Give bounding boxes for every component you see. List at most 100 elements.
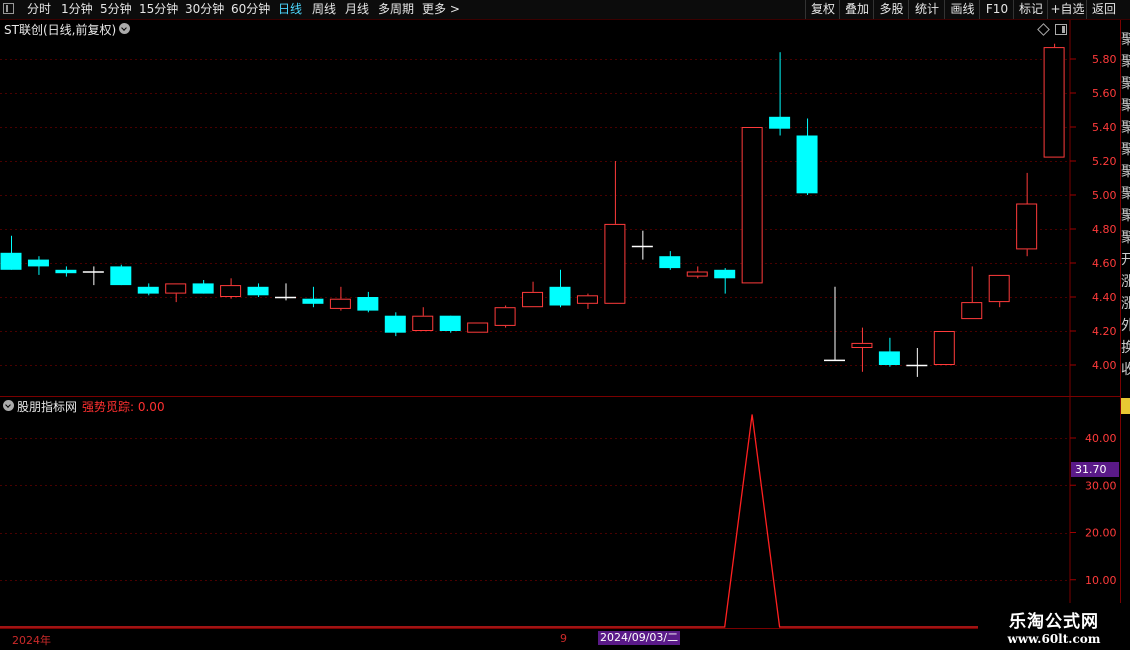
- quote-edge-glyph: 聚: [1121, 98, 1130, 114]
- candle: [851, 327, 873, 372]
- price-chart[interactable]: 5.80 5.60 5.40 5.20 5.00 4.80 4.60 4.40 4.20 4.00…: [0, 0, 1130, 650]
- date-axis-year: 2024年: [12, 634, 51, 647]
- candle-body: [55, 269, 77, 274]
- quote-edge-glyph: 聚: [1121, 164, 1130, 180]
- price-axis-label: 5.80: [1092, 53, 1117, 66]
- candle: [220, 278, 242, 299]
- indicator-axis-label: 20.00: [1085, 527, 1117, 540]
- indicator-axis-label: 40.00: [1085, 432, 1117, 445]
- chevron-down-icon[interactable]: [119, 23, 130, 34]
- candle: [412, 307, 434, 332]
- quote-edge-glyph: 收: [1121, 362, 1130, 378]
- candle: [576, 293, 598, 309]
- watermark: 乐淘公式网 www.60lt.com: [978, 603, 1130, 650]
- candle: [961, 266, 983, 320]
- candle-body: [796, 135, 818, 194]
- candle-body: [165, 283, 187, 294]
- price-axis: 5.80 5.60 5.40 5.20 5.00 4.80 4.60 4.40 4.20 4.00: [1070, 53, 1117, 372]
- candle: [357, 291, 379, 313]
- candle: [384, 312, 406, 337]
- quote-edge-glyph: 涨: [1121, 274, 1130, 290]
- candle-body: [659, 256, 681, 269]
- candle: [137, 283, 159, 296]
- strength-line: [0, 414, 1068, 628]
- watermark-title: 乐淘公式网: [1009, 612, 1099, 632]
- candle-body: [247, 286, 269, 296]
- candle-body: [137, 286, 159, 294]
- candle-body: [549, 286, 571, 306]
- price-axis-label: 4.20: [1092, 325, 1117, 338]
- candle-body: [329, 298, 351, 309]
- candle-body: [439, 315, 461, 331]
- candle-body: [1043, 47, 1065, 158]
- candle-body: [576, 295, 598, 304]
- quote-edge-glyph: 聚: [1121, 142, 1130, 158]
- candle-body: [220, 285, 242, 298]
- candle: [933, 331, 955, 365]
- candle: [549, 269, 571, 308]
- candle: [741, 127, 763, 284]
- candle-body: [714, 269, 736, 279]
- quote-edge-glyph: 聚: [1121, 208, 1130, 224]
- indicator-menu-icon[interactable]: [3, 400, 14, 411]
- candle: [82, 266, 104, 286]
- indicator-edge-marker: [1121, 398, 1130, 414]
- candle: [906, 348, 928, 377]
- candle: [796, 118, 818, 195]
- candle: [55, 266, 77, 277]
- price-axis-label: 5.00: [1092, 189, 1117, 202]
- quote-edge-glyph: 聚: [1121, 32, 1130, 48]
- candle-body: [110, 266, 132, 286]
- candle-body: [1016, 203, 1038, 250]
- date-cursor-label: 2024/09/03/二: [598, 631, 681, 645]
- candle: [604, 161, 626, 304]
- quote-edge-glyph: 聚: [1121, 120, 1130, 136]
- candle-body: [988, 274, 1010, 303]
- candle: [192, 280, 214, 294]
- candle-body: [357, 297, 379, 311]
- quote-edge-glyph: 换: [1121, 340, 1130, 356]
- candle: [439, 315, 461, 333]
- candle-body: [0, 252, 22, 270]
- indicator-name[interactable]: 股朋指标网: [17, 398, 77, 415]
- candle-body: [384, 315, 406, 333]
- candle: [0, 235, 22, 270]
- price-axis-label: 4.00: [1092, 359, 1117, 372]
- price-axis-label: 4.40: [1092, 291, 1117, 304]
- indicator-line: [0, 414, 1068, 628]
- price-axis-label: 4.60: [1092, 257, 1117, 270]
- candle: [247, 283, 269, 297]
- candle: [522, 281, 544, 308]
- candle-body: [467, 322, 489, 333]
- quote-panel-edge: 聚聚聚聚聚聚聚聚聚聚开涨涨外换收: [1121, 20, 1130, 630]
- quote-edge-glyph: 聚: [1121, 186, 1130, 202]
- quote-edge-glyph: 开: [1121, 252, 1130, 268]
- candle: [988, 274, 1010, 308]
- candle-body: [933, 331, 955, 365]
- candle: [686, 266, 708, 279]
- quote-edge-glyph: 外: [1121, 318, 1130, 334]
- price-axis-label: 5.60: [1092, 87, 1117, 100]
- candle: [631, 230, 653, 260]
- candle: [275, 283, 296, 301]
- quote-edge-glyph: 聚: [1121, 76, 1130, 92]
- indicator-axis-label: 10.00: [1085, 574, 1117, 587]
- candle: [1043, 43, 1065, 158]
- candle: [714, 268, 736, 294]
- quote-edge-glyph: 聚: [1121, 230, 1130, 246]
- price-axis-label: 4.80: [1092, 223, 1117, 236]
- candle: [659, 251, 681, 270]
- candle: [27, 256, 49, 275]
- quote-edge-glyph: 聚: [1121, 54, 1130, 70]
- price-axis-label: 5.40: [1092, 121, 1117, 134]
- candle-body: [961, 302, 983, 320]
- candle: [467, 322, 489, 333]
- candle: [329, 286, 351, 311]
- candle: [494, 305, 516, 328]
- indicator-cursor-value: 31.70: [1071, 462, 1119, 477]
- candle: [1016, 172, 1038, 257]
- candle-body: [302, 298, 324, 304]
- price-axis-label: 5.20: [1092, 155, 1117, 168]
- candle-body: [412, 315, 434, 332]
- panel-toggle-icon[interactable]: [1055, 24, 1067, 35]
